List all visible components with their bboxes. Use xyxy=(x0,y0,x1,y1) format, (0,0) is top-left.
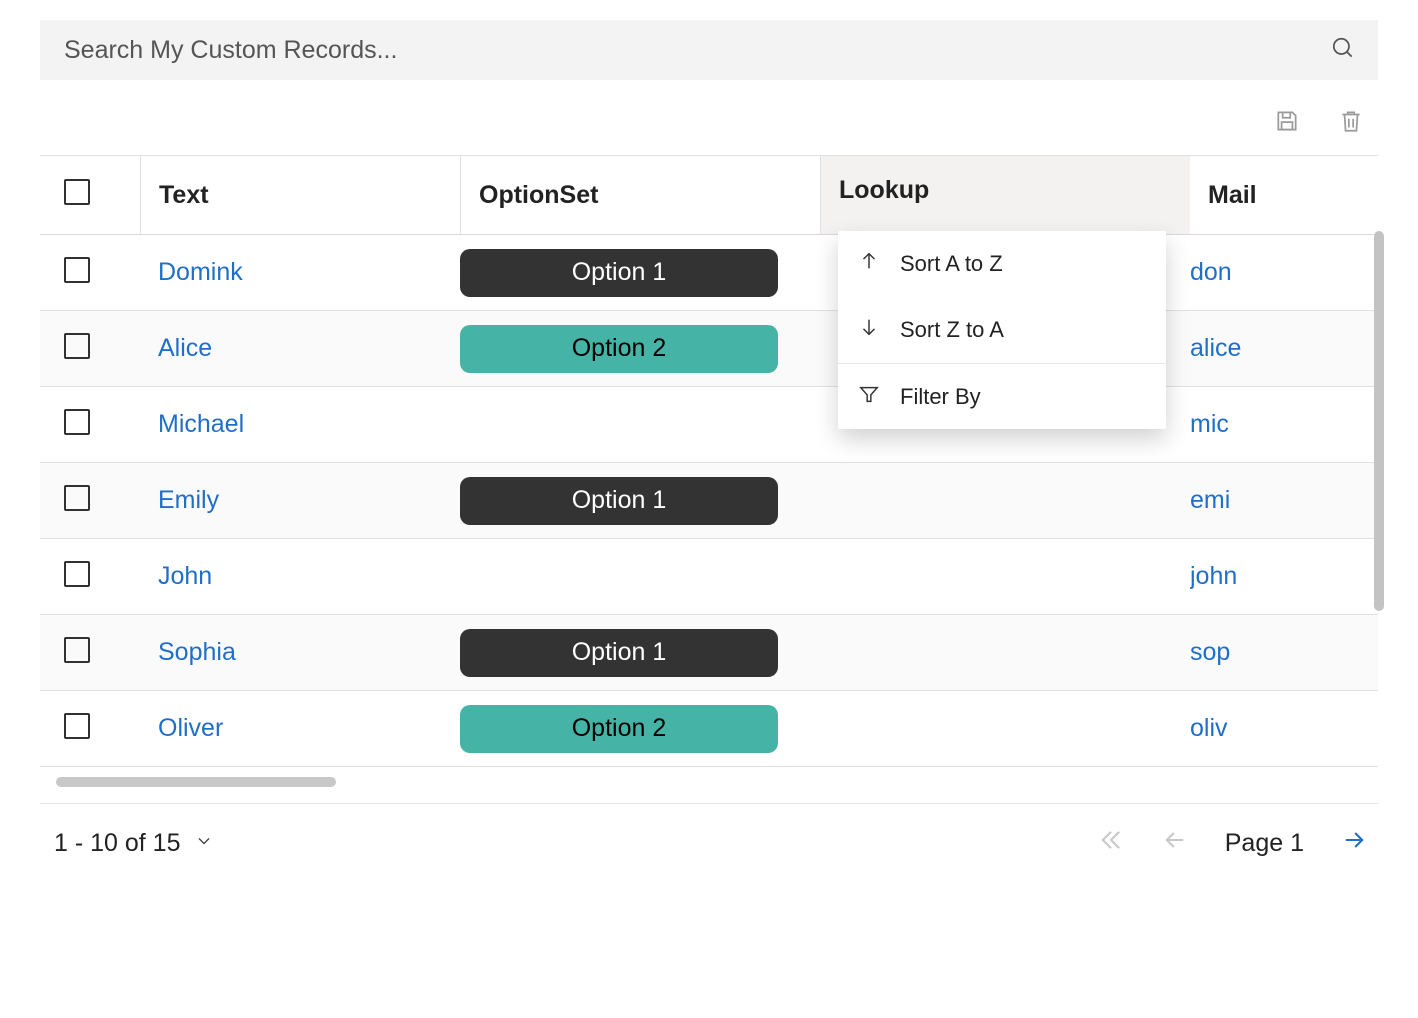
optionset-badge: Option 1 xyxy=(460,629,778,677)
row-mail-link[interactable]: sop xyxy=(1190,638,1230,666)
save-icon[interactable] xyxy=(1274,108,1300,139)
row-mail-link[interactable]: alice xyxy=(1190,334,1241,362)
header-mail-label: Mail xyxy=(1208,181,1257,210)
menu-sort-asc[interactable]: Sort A to Z xyxy=(838,231,1166,297)
table-row[interactable]: DominkOption 1Bdon xyxy=(40,235,1378,311)
header-lookup-label: Lookup xyxy=(839,176,929,205)
optionset-badge: Option 1 xyxy=(460,477,778,525)
table-row[interactable]: John john xyxy=(40,539,1378,615)
pager-next-icon[interactable] xyxy=(1340,826,1368,861)
row-checkbox[interactable] xyxy=(64,485,90,511)
pager-first-icon[interactable] xyxy=(1097,826,1125,861)
row-checkbox[interactable] xyxy=(64,561,90,587)
row-text-link[interactable]: Oliver xyxy=(140,714,223,742)
row-checkbox[interactable] xyxy=(64,637,90,663)
table-row[interactable]: Emily Option 1 emi xyxy=(40,463,1378,539)
optionset-badge: Option 2 xyxy=(460,705,778,753)
records-grid: Text OptionSet Lookup Mail Domink Option … xyxy=(40,155,1378,767)
row-text-link[interactable]: Domink xyxy=(140,258,243,286)
delete-icon[interactable] xyxy=(1338,108,1364,139)
optionset-badge: Option 2 xyxy=(460,325,778,373)
row-mail-link[interactable]: john xyxy=(1190,562,1237,590)
search-input[interactable] xyxy=(62,35,1330,66)
menu-sort-desc-label: Sort Z to A xyxy=(900,317,1004,343)
pager-range[interactable]: 1 - 10 of 15 xyxy=(54,829,180,858)
row-text-link[interactable]: Alice xyxy=(140,334,212,362)
table-row[interactable]: Oliver Option 2 oliv xyxy=(40,691,1378,767)
search-bar[interactable] xyxy=(40,20,1378,80)
pager-prev-icon[interactable] xyxy=(1161,826,1189,861)
header-lookup[interactable]: Lookup xyxy=(820,156,1190,235)
header-text-label: Text xyxy=(159,181,209,210)
row-checkbox[interactable] xyxy=(64,713,90,739)
header-checkbox-cell xyxy=(40,156,140,235)
menu-filter-by-label: Filter By xyxy=(900,384,981,410)
row-text-link[interactable]: Sophia xyxy=(140,638,236,666)
grid-toolbar xyxy=(40,80,1378,155)
row-mail-link[interactable]: don xyxy=(1190,258,1232,286)
horizontal-scrollbar-thumb[interactable] xyxy=(56,777,336,787)
vertical-scrollbar[interactable] xyxy=(1374,231,1384,611)
menu-sort-asc-label: Sort A to Z xyxy=(900,251,1003,277)
arrow-down-icon xyxy=(858,316,880,344)
search-icon[interactable] xyxy=(1330,35,1356,66)
chevron-down-icon[interactable] xyxy=(194,829,214,858)
optionset-badge: Option 1 xyxy=(460,249,778,297)
row-mail-link[interactable]: emi xyxy=(1190,486,1230,514)
row-checkbox[interactable] xyxy=(64,333,90,359)
header-optionset[interactable]: OptionSet xyxy=(460,156,820,235)
row-text-link[interactable]: John xyxy=(140,562,212,590)
pager: 1 - 10 of 15 Page 1 xyxy=(40,803,1378,861)
row-checkbox[interactable] xyxy=(64,409,90,435)
menu-filter-by[interactable]: Filter By xyxy=(838,363,1166,429)
header-row: Text OptionSet Lookup Mail xyxy=(40,156,1378,235)
table-row[interactable]: AliceOption 2Balice xyxy=(40,311,1378,387)
arrow-up-icon xyxy=(858,250,880,278)
select-all-checkbox[interactable] xyxy=(64,179,90,205)
header-mail[interactable]: Mail xyxy=(1190,156,1378,235)
pager-page-label: Page 1 xyxy=(1225,829,1304,858)
row-mail-link[interactable]: mic xyxy=(1190,410,1229,438)
row-mail-link[interactable]: oliv xyxy=(1190,714,1228,742)
table-row[interactable]: Michael mic xyxy=(40,387,1378,463)
row-text-link[interactable]: Michael xyxy=(140,410,244,438)
column-context-menu: Sort A to Z Sort Z to A Filter By xyxy=(838,231,1166,429)
table-row[interactable]: Sophia Option 1 sop xyxy=(40,615,1378,691)
horizontal-scrollbar-track[interactable] xyxy=(40,777,1378,789)
row-checkbox[interactable] xyxy=(64,257,90,283)
row-text-link[interactable]: Emily xyxy=(140,486,219,514)
header-text[interactable]: Text xyxy=(140,156,460,235)
header-optionset-label: OptionSet xyxy=(479,181,598,210)
menu-sort-desc[interactable]: Sort Z to A xyxy=(838,297,1166,363)
filter-icon xyxy=(858,383,880,411)
